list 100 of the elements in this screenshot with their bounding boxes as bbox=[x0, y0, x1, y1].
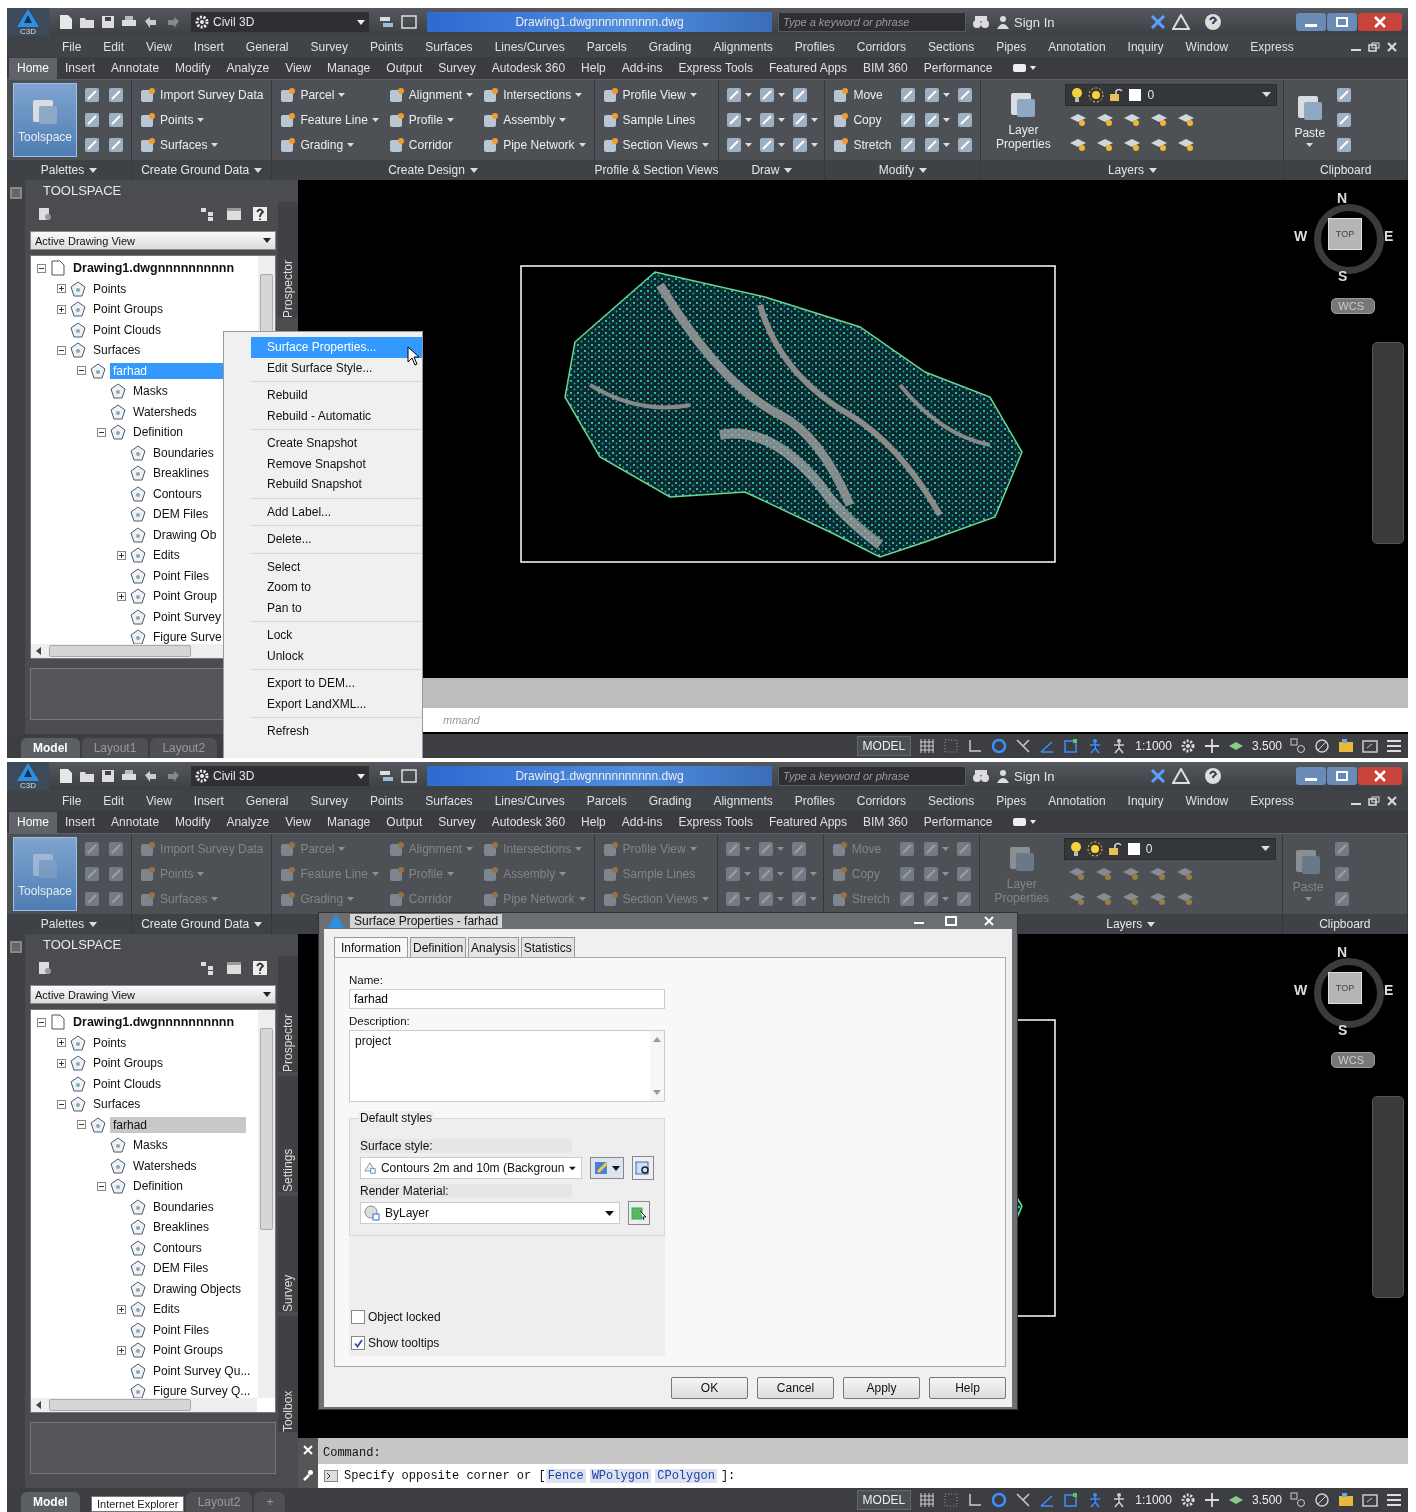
menu-icon[interactable] bbox=[1386, 738, 1402, 754]
surface-style-dropdown[interactable]: Contours 2m and 10m (Backgroun bbox=[360, 1157, 582, 1179]
help-icon[interactable] bbox=[1204, 13, 1222, 31]
tree-item[interactable]: Point Survey Qu... bbox=[150, 1362, 254, 1379]
menu-item[interactable]: View bbox=[135, 39, 183, 54]
menu-item[interactable]: Rebuild bbox=[251, 385, 422, 406]
ribbon-tab[interactable]: Output bbox=[378, 811, 431, 833]
menu-item[interactable]: Insert bbox=[182, 39, 235, 54]
ribbon-tab[interactable]: Survey bbox=[430, 811, 484, 833]
ribbon-button[interactable]: Pipe Network bbox=[481, 134, 588, 157]
sign-in-button[interactable]: Sign In bbox=[996, 14, 1136, 30]
ribbon-button[interactable]: Copy bbox=[831, 109, 894, 131]
tree-item[interactable]: Points bbox=[90, 280, 130, 297]
menu-item[interactable]: Points bbox=[358, 39, 415, 54]
menu-item[interactable]: Parcels bbox=[575, 793, 638, 808]
ortho-icon[interactable] bbox=[967, 1492, 984, 1508]
isolate-icon[interactable] bbox=[1314, 738, 1330, 754]
panel-toggle-icon[interactable] bbox=[1012, 817, 1037, 827]
workspace-dropdown[interactable]: Civil 3D bbox=[191, 766, 369, 786]
layer-tool-icon[interactable] bbox=[1096, 112, 1115, 128]
ribbon-tab[interactable]: Annotate bbox=[103, 57, 168, 79]
ribbon-button[interactable]: Alignment bbox=[386, 83, 476, 106]
menu-item[interactable]: Inquiry bbox=[1116, 39, 1175, 54]
layer-dropdown[interactable]: 0 bbox=[1065, 83, 1278, 106]
ribbon-tab[interactable]: BIM 360 bbox=[855, 57, 916, 79]
tool-icon[interactable] bbox=[899, 136, 918, 155]
tree-item[interactable]: Watersheds bbox=[130, 403, 200, 420]
tool-icon[interactable] bbox=[725, 136, 753, 155]
undo-icon[interactable] bbox=[143, 16, 159, 28]
sign-in-button[interactable]: Sign In bbox=[996, 768, 1136, 784]
dialog-tab[interactable]: Statistics bbox=[520, 937, 575, 957]
tree-item[interactable]: Point Clouds bbox=[90, 321, 165, 338]
lineweight-value[interactable]: 3.500 bbox=[1251, 1493, 1282, 1507]
tree-item[interactable]: Points bbox=[90, 1034, 130, 1051]
model-space-button[interactable]: MODEL bbox=[856, 736, 912, 756]
layout-tab[interactable]: Model bbox=[21, 1492, 80, 1512]
tool-icon[interactable] bbox=[107, 136, 126, 155]
menu-item[interactable]: Lines/Curves bbox=[483, 793, 576, 808]
menu-item[interactable]: Edit Surface Style... bbox=[251, 357, 422, 378]
menu-item[interactable]: Points bbox=[358, 793, 415, 808]
folder-icon[interactable] bbox=[79, 769, 95, 783]
undo-icon[interactable] bbox=[143, 770, 159, 782]
tree-item[interactable]: Point Files bbox=[150, 567, 213, 584]
layout-tab[interactable]: Model bbox=[21, 738, 80, 758]
tool-icon[interactable] bbox=[83, 136, 102, 155]
tool-icon[interactable] bbox=[791, 136, 819, 155]
window-icon[interactable] bbox=[401, 769, 417, 783]
expand-icon[interactable] bbox=[117, 1345, 126, 1355]
tree-item[interactable]: Point Groups bbox=[150, 1342, 227, 1359]
tree-item[interactable]: DEM Files bbox=[150, 506, 212, 523]
menu-item[interactable]: General bbox=[234, 39, 300, 54]
ribbon-button[interactable]: Paste bbox=[1290, 83, 1330, 157]
dialog-button[interactable]: OK bbox=[671, 1377, 748, 1399]
panel-toggle-icon[interactable] bbox=[1012, 63, 1037, 73]
menu-item[interactable]: Surfaces bbox=[414, 793, 484, 808]
expand-icon[interactable] bbox=[117, 1304, 126, 1314]
ribbon-button[interactable]: Move bbox=[831, 83, 894, 106]
side-tab[interactable]: Survey bbox=[278, 1196, 298, 1312]
menu-item[interactable]: Corridors bbox=[845, 39, 918, 54]
ribbon-button[interactable]: Feature Line bbox=[278, 109, 381, 131]
ribbon-tab[interactable]: Analyze bbox=[218, 57, 278, 79]
dialog-tab[interactable]: Analysis bbox=[468, 937, 519, 957]
print-icon[interactable] bbox=[121, 15, 137, 29]
drawing-icon[interactable] bbox=[38, 207, 52, 221]
help-icon[interactable] bbox=[252, 960, 268, 976]
palette-options-icon[interactable] bbox=[9, 940, 23, 954]
ribbon-button[interactable]: Layer Properties bbox=[987, 83, 1060, 157]
menu-item[interactable]: Zoom to bbox=[251, 577, 422, 598]
compass-label[interactable]: S bbox=[1338, 268, 1348, 284]
close-icon[interactable] bbox=[1358, 13, 1402, 31]
tool-icon[interactable] bbox=[899, 85, 918, 104]
ribbon-tab[interactable]: Featured Apps bbox=[760, 57, 855, 79]
tree-item[interactable]: DEM Files bbox=[150, 1260, 212, 1277]
ribbon-button[interactable]: Intersections bbox=[481, 83, 588, 106]
command-field[interactable]: Specify opposite corner or [ Fence WPolygon CPolygon ]: bbox=[318, 1464, 1408, 1488]
minimize-icon[interactable] bbox=[1296, 767, 1326, 785]
panel-title[interactable]: Create Ground Data bbox=[141, 163, 263, 177]
layers-icon[interactable] bbox=[379, 769, 395, 783]
document-icon[interactable] bbox=[59, 768, 73, 784]
angle-icon[interactable] bbox=[1039, 738, 1056, 754]
ribbon-button[interactable]: Profile View bbox=[600, 83, 711, 106]
menu-item[interactable]: Alignments bbox=[702, 39, 784, 54]
tree-item[interactable]: Point Groups bbox=[90, 301, 167, 318]
help-icon[interactable] bbox=[252, 206, 268, 222]
tree-item[interactable]: Definition bbox=[130, 424, 187, 441]
gear-icon[interactable] bbox=[1179, 1492, 1196, 1508]
menu-item[interactable]: Lock bbox=[251, 625, 422, 646]
annotation-scale[interactable]: 1:1000 bbox=[1135, 739, 1172, 753]
menu-item[interactable]: Surfaces bbox=[414, 39, 484, 54]
compass-label[interactable]: E bbox=[1384, 982, 1394, 998]
tree-item[interactable]: Figure Survey Q... bbox=[150, 1383, 254, 1398]
ribbon-tab[interactable]: Add-ins bbox=[613, 811, 671, 833]
window-icon[interactable] bbox=[401, 15, 417, 29]
compass-label[interactable]: E bbox=[1384, 228, 1394, 244]
menu-item[interactable]: Grading bbox=[637, 39, 703, 54]
collapse-icon[interactable] bbox=[37, 1017, 46, 1027]
close-icon[interactable] bbox=[1386, 41, 1398, 52]
view-dropdown[interactable]: Active Drawing View bbox=[30, 985, 276, 1004]
layers-icon[interactable] bbox=[379, 15, 395, 29]
save-icon[interactable] bbox=[101, 769, 115, 783]
